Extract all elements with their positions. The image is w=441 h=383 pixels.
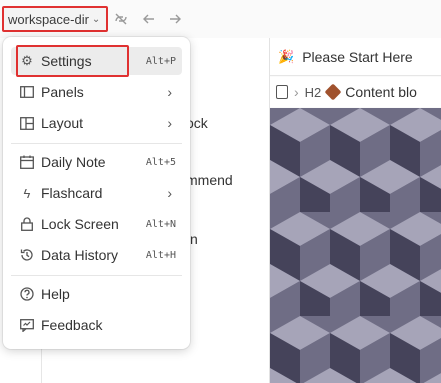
document-icon[interactable] bbox=[276, 85, 288, 99]
forward-arrow-icon[interactable] bbox=[166, 10, 184, 28]
menu-separator bbox=[11, 143, 182, 144]
breadcrumb-item[interactable]: Content blo bbox=[345, 84, 417, 100]
menu-item-feedback[interactable]: Feedback bbox=[11, 311, 182, 339]
panels-icon bbox=[19, 84, 35, 100]
history-icon bbox=[19, 247, 35, 263]
help-icon bbox=[19, 286, 35, 302]
menu-item-lock-screen[interactable]: Lock Screen Alt+N bbox=[11, 210, 182, 238]
menu-separator bbox=[11, 275, 182, 276]
tab-please-start-here[interactable]: 🎉 Please Start Here bbox=[270, 38, 441, 76]
background-text: n bbox=[190, 231, 198, 247]
feedback-icon bbox=[19, 317, 35, 333]
menu-item-label: Help bbox=[41, 286, 70, 302]
cover-image bbox=[270, 108, 441, 383]
menu-item-data-history[interactable]: Data History Alt+H bbox=[11, 241, 182, 269]
party-popper-icon: 🎉 bbox=[278, 48, 295, 64]
menu-item-label: Data History bbox=[41, 247, 119, 263]
lock-icon bbox=[19, 216, 35, 232]
menu-item-help[interactable]: Help bbox=[11, 280, 182, 308]
heading-level[interactable]: H2 bbox=[305, 85, 322, 100]
workspace-button[interactable]: workspace-dir ⌄ bbox=[2, 6, 109, 32]
layout-icon bbox=[19, 115, 35, 131]
content-block-icon bbox=[324, 83, 342, 101]
back-arrow-icon[interactable] bbox=[140, 10, 158, 28]
calendar-icon bbox=[19, 154, 35, 170]
menu-item-label: Lock Screen bbox=[41, 216, 119, 232]
shortcut-label: Alt+P bbox=[145, 55, 176, 67]
editor-pane: 🎉 Please Start Here › H2 Content blo bbox=[270, 38, 441, 383]
chevron-down-icon: ⌄ bbox=[91, 13, 101, 25]
shortcut-label: Alt+H bbox=[145, 249, 176, 261]
menu-item-label: Layout bbox=[41, 115, 84, 131]
shortcut-label: Alt+N bbox=[145, 218, 176, 230]
title-bar: workspace-dir ⌄ bbox=[0, 0, 441, 38]
chevron-right-icon: › bbox=[167, 185, 172, 201]
menu-item-daily-note[interactable]: Daily Note Alt+5 bbox=[11, 148, 182, 176]
workspace-label: workspace-dir bbox=[8, 11, 89, 27]
chevron-right-icon: › bbox=[167, 115, 172, 131]
menu-item-panels[interactable]: Panels › bbox=[11, 78, 182, 106]
menu-item-label: Flashcard bbox=[41, 185, 103, 201]
tab-title: Please Start Here bbox=[302, 48, 413, 65]
settings-highlight-box bbox=[16, 45, 129, 77]
chevron-right-icon: › bbox=[167, 84, 172, 100]
menu-item-label: Feedback bbox=[41, 317, 103, 333]
background-text: mmend bbox=[186, 172, 233, 188]
menu-item-flashcard[interactable]: ϟ Flashcard › bbox=[11, 179, 182, 207]
breadcrumb: › H2 Content blo bbox=[270, 77, 441, 107]
menu-item-label: Daily Note bbox=[41, 154, 106, 170]
workspace-menu: ⚙ Settings Alt+P Panels › Layout › Daily… bbox=[3, 37, 190, 349]
sync-off-icon[interactable] bbox=[112, 10, 130, 28]
menu-item-layout[interactable]: Layout › bbox=[11, 109, 182, 137]
chevron-right-icon: › bbox=[294, 84, 299, 100]
menu-item-label: Panels bbox=[41, 84, 84, 100]
shortcut-label: Alt+5 bbox=[145, 156, 176, 168]
flash-icon: ϟ bbox=[23, 185, 31, 201]
